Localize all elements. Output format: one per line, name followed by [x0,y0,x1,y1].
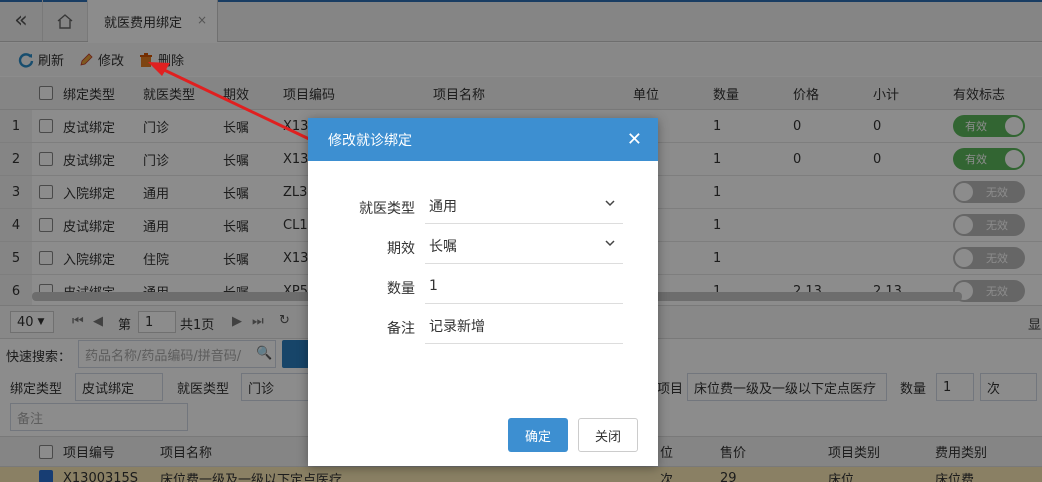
remark-row: 备注 记录新增 [308,308,658,348]
confirm-button[interactable]: 确定 [508,418,568,452]
modal-qty-input[interactable]: 1 [425,268,623,304]
visit-type-row: 就医类型 通用 [308,188,658,228]
close-icon[interactable]: ✕ [627,129,642,150]
modal-remark-label: 备注 [387,321,415,337]
modal-visit-type-label: 就医类型 [359,201,415,217]
term-row: 期效 长嘱 [308,228,658,268]
modal-remark-input[interactable]: 记录新增 [425,308,623,344]
modal-term-label: 期效 [387,241,415,257]
modal-term-select[interactable]: 长嘱 [425,228,623,264]
chevron-down-icon [605,200,615,207]
qty-row: 数量 1 [308,268,658,308]
chevron-down-icon [605,240,615,247]
dialog-header: 修改就诊绑定 [308,118,658,161]
modal-qty-label: 数量 [387,281,415,297]
close-button[interactable]: 关闭 [578,418,638,452]
modal-visit-type-select[interactable]: 通用 [425,188,623,224]
dialog-title: 修改就诊绑定 [328,132,412,149]
edit-binding-dialog: 修改就诊绑定 ✕ 就医类型 通用 期效 长嘱 数量 1 备注 记录新增 确定 关… [308,118,658,466]
